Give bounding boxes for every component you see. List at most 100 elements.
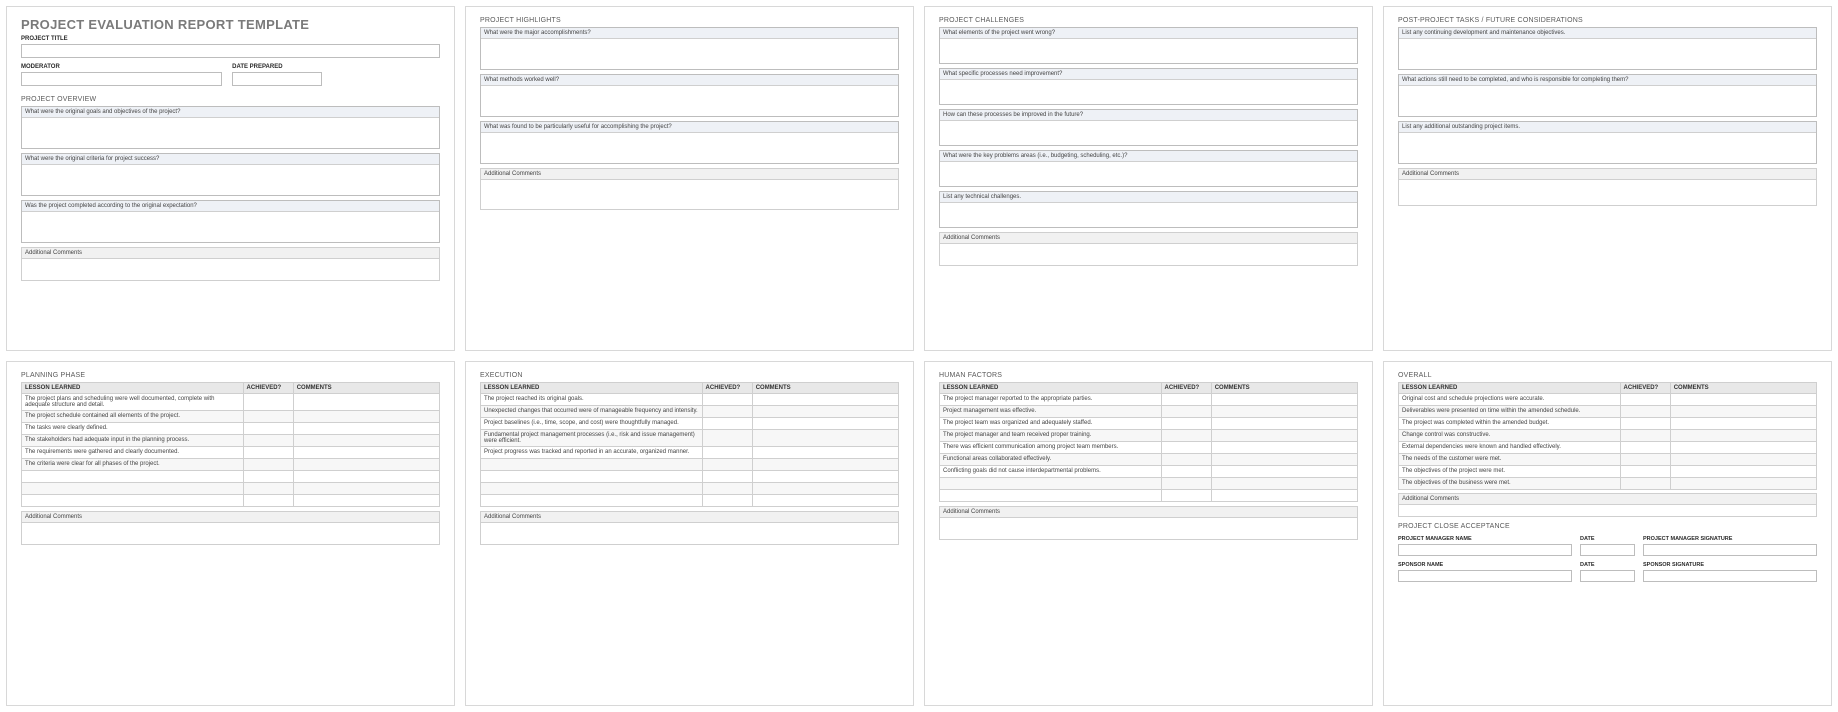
comments-cell[interactable] <box>1211 430 1357 442</box>
achieved-cell[interactable] <box>1620 466 1670 478</box>
comments-cell[interactable] <box>293 435 439 447</box>
comments-cell[interactable] <box>1211 490 1357 502</box>
achieved-cell[interactable] <box>1161 442 1211 454</box>
achieved-cell[interactable] <box>1161 478 1211 490</box>
comments-cell[interactable] <box>1211 418 1357 430</box>
comments-cell[interactable] <box>1670 478 1816 490</box>
achieved-cell[interactable] <box>243 495 293 507</box>
achieved-cell[interactable] <box>702 418 752 430</box>
achieved-cell[interactable] <box>1161 418 1211 430</box>
comments-cell[interactable] <box>752 447 898 459</box>
ac5-body[interactable] <box>21 523 440 545</box>
ac8-body[interactable] <box>1398 505 1817 517</box>
date-prepared-input[interactable] <box>232 72 322 86</box>
comments-cell[interactable] <box>1670 442 1816 454</box>
q-wrong-body[interactable] <box>940 39 1357 63</box>
achieved-cell[interactable] <box>1620 442 1670 454</box>
achieved-cell[interactable] <box>1620 454 1670 466</box>
comments-cell[interactable] <box>752 459 898 471</box>
achieved-cell[interactable] <box>243 471 293 483</box>
comments-cell[interactable] <box>1670 454 1816 466</box>
comments-cell[interactable] <box>293 411 439 423</box>
q-improve-body[interactable] <box>940 80 1357 104</box>
achieved-cell[interactable] <box>702 483 752 495</box>
comments-cell[interactable] <box>752 430 898 447</box>
q-improvefuture-body[interactable] <box>940 121 1357 145</box>
achieved-cell[interactable] <box>1620 394 1670 406</box>
achieved-cell[interactable] <box>1161 430 1211 442</box>
achieved-cell[interactable] <box>702 459 752 471</box>
ac3-body[interactable] <box>939 244 1358 266</box>
sp-date-input[interactable] <box>1580 570 1635 582</box>
q-expectation-body[interactable] <box>22 212 439 242</box>
achieved-cell[interactable] <box>702 495 752 507</box>
ac4-body[interactable] <box>1398 180 1817 206</box>
comments-cell[interactable] <box>1670 418 1816 430</box>
comments-cell[interactable] <box>752 406 898 418</box>
comments-cell[interactable] <box>293 447 439 459</box>
q-useful-body[interactable] <box>481 133 898 163</box>
moderator-input[interactable] <box>21 72 222 86</box>
achieved-cell[interactable] <box>702 430 752 447</box>
comments-cell[interactable] <box>1670 466 1816 478</box>
q-actions-body[interactable] <box>1399 86 1816 116</box>
achieved-cell[interactable] <box>1161 466 1211 478</box>
sp-name-input[interactable] <box>1398 570 1572 582</box>
sp-sig-input[interactable] <box>1643 570 1817 582</box>
comments-cell[interactable] <box>752 418 898 430</box>
comments-cell[interactable] <box>752 471 898 483</box>
comments-cell[interactable] <box>293 483 439 495</box>
achieved-cell[interactable] <box>243 411 293 423</box>
comments-cell[interactable] <box>1670 430 1816 442</box>
achieved-cell[interactable] <box>1161 490 1211 502</box>
q-outstanding-body[interactable] <box>1399 133 1816 163</box>
comments-cell[interactable] <box>1211 466 1357 478</box>
comments-cell[interactable] <box>1211 394 1357 406</box>
comments-cell[interactable] <box>1211 478 1357 490</box>
q-maint-body[interactable] <box>1399 39 1816 69</box>
comments-cell[interactable] <box>293 471 439 483</box>
q-methods-body[interactable] <box>481 86 898 116</box>
q-technical-body[interactable] <box>940 203 1357 227</box>
pm-sig-input[interactable] <box>1643 544 1817 556</box>
achieved-cell[interactable] <box>1620 418 1670 430</box>
comments-cell[interactable] <box>293 495 439 507</box>
achieved-cell[interactable] <box>243 394 293 411</box>
comments-cell[interactable] <box>752 394 898 406</box>
comments-cell[interactable] <box>293 459 439 471</box>
comments-cell[interactable] <box>293 423 439 435</box>
achieved-cell[interactable] <box>1161 454 1211 466</box>
comments-cell[interactable] <box>1211 454 1357 466</box>
ac-body[interactable] <box>21 259 440 281</box>
comments-cell[interactable] <box>1211 406 1357 418</box>
achieved-cell[interactable] <box>1161 406 1211 418</box>
achieved-cell[interactable] <box>243 435 293 447</box>
q-goals-body[interactable] <box>22 118 439 148</box>
pm-name-input[interactable] <box>1398 544 1572 556</box>
achieved-cell[interactable] <box>1620 406 1670 418</box>
q-criteria-body[interactable] <box>22 165 439 195</box>
ac6-body[interactable] <box>480 523 899 545</box>
achieved-cell[interactable] <box>702 447 752 459</box>
q-accomp-body[interactable] <box>481 39 898 69</box>
q-problems-body[interactable] <box>940 162 1357 186</box>
comments-cell[interactable] <box>293 394 439 411</box>
comments-cell[interactable] <box>1670 394 1816 406</box>
comments-cell[interactable] <box>1670 406 1816 418</box>
achieved-cell[interactable] <box>702 394 752 406</box>
achieved-cell[interactable] <box>243 459 293 471</box>
comments-cell[interactable] <box>1211 442 1357 454</box>
comments-cell[interactable] <box>752 495 898 507</box>
achieved-cell[interactable] <box>702 406 752 418</box>
comments-cell[interactable] <box>752 483 898 495</box>
achieved-cell[interactable] <box>243 447 293 459</box>
achieved-cell[interactable] <box>1620 478 1670 490</box>
achieved-cell[interactable] <box>1161 394 1211 406</box>
pm-date-input[interactable] <box>1580 544 1635 556</box>
ac7-body[interactable] <box>939 518 1358 540</box>
achieved-cell[interactable] <box>243 423 293 435</box>
achieved-cell[interactable] <box>243 483 293 495</box>
achieved-cell[interactable] <box>702 471 752 483</box>
achieved-cell[interactable] <box>1620 430 1670 442</box>
ac2-body[interactable] <box>480 180 899 210</box>
